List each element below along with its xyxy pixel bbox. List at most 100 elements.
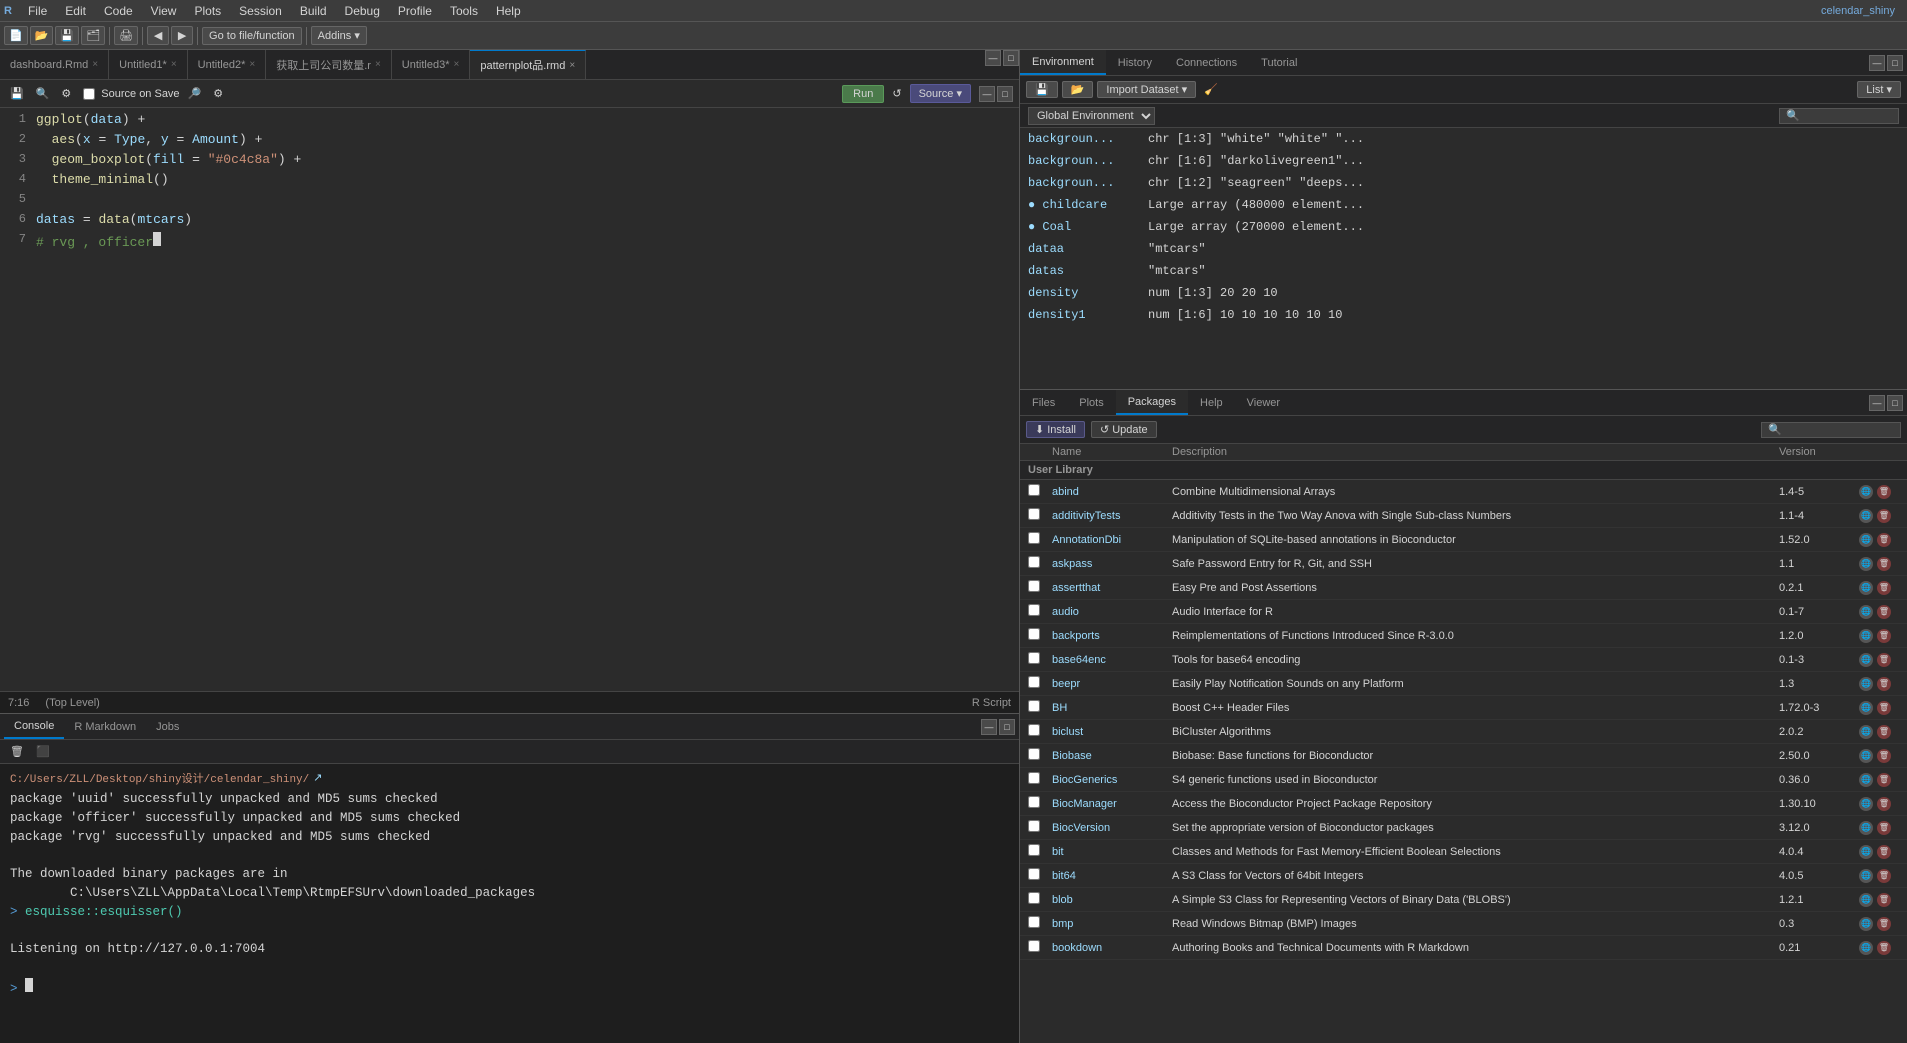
print-btn[interactable]: 🖨 — [114, 26, 138, 45]
pkg-row-biocgenerics[interactable]: BiocGenerics S4 generic functions used i… — [1020, 768, 1907, 792]
editor-tb-min[interactable]: — — [979, 86, 995, 102]
pkg-check-BiocVersion[interactable] — [1028, 820, 1052, 835]
env-item-background1[interactable]: backgroun... chr [1:3] "white" "white" "… — [1020, 128, 1907, 150]
pkg-check-AnnotationDbi[interactable] — [1028, 532, 1052, 547]
pkg-del-bookdown[interactable]: 🗑 — [1877, 941, 1891, 955]
source-btn[interactable]: Source ▾ — [910, 84, 971, 103]
tab-untitled3-close[interactable]: × — [453, 59, 459, 70]
editor-re-run-btn[interactable]: ↺ — [888, 85, 905, 102]
env-item-background2[interactable]: backgroun... chr [1:6] "darkolivegreen1"… — [1020, 150, 1907, 172]
editor-zoom-btn[interactable]: 🔍 — [32, 85, 54, 102]
env-item-childcare[interactable]: ● childcare Large array (480000 element.… — [1020, 194, 1907, 216]
pkg-del-BiocVersion[interactable]: 🗑 — [1877, 821, 1891, 835]
pkg-row-bh[interactable]: BH Boost C++ Header Files 1.72.0-3 🌐 🗑 — [1020, 696, 1907, 720]
pkg-del-base64enc[interactable]: 🗑 — [1877, 653, 1891, 667]
files-tab-plots[interactable]: Plots — [1067, 390, 1115, 415]
pkg-check-blob[interactable] — [1028, 892, 1052, 907]
pkg-name-biclust[interactable]: biclust — [1052, 726, 1172, 738]
pkg-del-Biobase[interactable]: 🗑 — [1877, 749, 1891, 763]
pkg-row-biobase[interactable]: Biobase Biobase: Base functions for Bioc… — [1020, 744, 1907, 768]
menu-profile[interactable]: Profile — [390, 2, 440, 20]
env-tab-history[interactable]: History — [1106, 50, 1164, 75]
pkg-web-beepr[interactable]: 🌐 — [1859, 677, 1873, 691]
pkg-check-audio[interactable] — [1028, 604, 1052, 619]
pkg-name-bookdown[interactable]: bookdown — [1052, 942, 1172, 954]
pkg-del-bmp[interactable]: 🗑 — [1877, 917, 1891, 931]
env-item-density[interactable]: density num [1:3] 20 20 10 — [1020, 282, 1907, 304]
pkg-del-askpass[interactable]: 🗑 — [1877, 557, 1891, 571]
pkg-check-BiocGenerics[interactable] — [1028, 772, 1052, 787]
tab-untitled1-close[interactable]: × — [171, 59, 177, 70]
pkg-name-AnnotationDbi[interactable]: AnnotationDbi — [1052, 534, 1172, 546]
menu-help[interactable]: Help — [488, 2, 529, 20]
files-tab-files[interactable]: Files — [1020, 390, 1067, 415]
env-broom-btn[interactable]: 🧹 — [1200, 81, 1222, 98]
pkg-del-AnnotationDbi[interactable]: 🗑 — [1877, 533, 1891, 547]
pkg-del-blob[interactable]: 🗑 — [1877, 893, 1891, 907]
global-env-dropdown[interactable]: Global Environment — [1028, 107, 1155, 125]
pkg-row-biocmanager[interactable]: BiocManager Access the Bioconductor Proj… — [1020, 792, 1907, 816]
pkg-del-biclust[interactable]: 🗑 — [1877, 725, 1891, 739]
pkg-row-abind[interactable]: abind Combine Multidimensional Arrays 1.… — [1020, 480, 1907, 504]
editor-options-btn[interactable]: ⚙ — [209, 85, 227, 102]
update-btn[interactable]: ↺ Update — [1091, 421, 1157, 438]
pkg-row-biclust[interactable]: biclust BiCluster Algorithms 2.0.2 🌐 🗑 — [1020, 720, 1907, 744]
pkg-name-abind[interactable]: abind — [1052, 486, 1172, 498]
back-btn[interactable]: ◀ — [147, 26, 169, 45]
files-min-btn[interactable]: — — [1869, 395, 1885, 411]
tab-getsuperior[interactable]: 获取上司公司数量.r × — [266, 50, 392, 79]
console-tab-jobs[interactable]: Jobs — [146, 714, 189, 739]
pkg-web-backports[interactable]: 🌐 — [1859, 629, 1873, 643]
pkg-web-Biobase[interactable]: 🌐 — [1859, 749, 1873, 763]
open-file-btn[interactable]: 📂 — [30, 26, 54, 45]
pkg-check-bmp[interactable] — [1028, 916, 1052, 931]
tab-untitled2[interactable]: Untitled2* × — [188, 50, 267, 79]
pkg-check-askpass[interactable] — [1028, 556, 1052, 571]
tab-dashboard-rmd[interactable]: dashboard.Rmd × — [0, 50, 109, 79]
code-editor[interactable]: 1 ggplot(data) + 2 aes(x = Type, y = Amo… — [0, 108, 1019, 691]
new-file-btn[interactable]: 📄 — [4, 26, 28, 45]
pkg-web-AnnotationDbi[interactable]: 🌐 — [1859, 533, 1873, 547]
pkg-name-backports[interactable]: backports — [1052, 630, 1172, 642]
pkg-name-blob[interactable]: blob — [1052, 894, 1172, 906]
console-prompt-line[interactable]: > — [10, 978, 1009, 999]
pkg-name-bit[interactable]: bit — [1052, 846, 1172, 858]
pkg-web-biclust[interactable]: 🌐 — [1859, 725, 1873, 739]
console-tab-rmarkdown[interactable]: R Markdown — [64, 714, 146, 739]
pkg-web-BiocManager[interactable]: 🌐 — [1859, 797, 1873, 811]
pkg-del-backports[interactable]: 🗑 — [1877, 629, 1891, 643]
pkg-check-bit[interactable] — [1028, 844, 1052, 859]
console-path-link[interactable]: ↗ — [313, 771, 322, 785]
pkg-row-bit[interactable]: bit Classes and Methods for Fast Memory-… — [1020, 840, 1907, 864]
pkg-check-additivityTests[interactable] — [1028, 508, 1052, 523]
menu-session[interactable]: Session — [231, 2, 290, 20]
pkg-web-additivityTests[interactable]: 🌐 — [1859, 509, 1873, 523]
save-all-btn[interactable]: 🗂 — [81, 26, 105, 45]
pkg-name-assertthat[interactable]: assertthat — [1052, 582, 1172, 594]
pkg-name-askpass[interactable]: askpass — [1052, 558, 1172, 570]
menu-build[interactable]: Build — [292, 2, 335, 20]
files-tab-viewer[interactable]: Viewer — [1235, 390, 1292, 415]
pkg-check-abind[interactable] — [1028, 484, 1052, 499]
pkg-name-BiocVersion[interactable]: BiocVersion — [1052, 822, 1172, 834]
env-load-btn[interactable]: 📂 — [1062, 81, 1094, 98]
pkg-row-assertthat[interactable]: assertthat Easy Pre and Post Assertions … — [1020, 576, 1907, 600]
menu-tools[interactable]: Tools — [442, 2, 486, 20]
env-import-btn[interactable]: Import Dataset ▾ — [1097, 81, 1196, 98]
pkg-check-Biobase[interactable] — [1028, 748, 1052, 763]
pkg-web-bit[interactable]: 🌐 — [1859, 845, 1873, 859]
env-item-density1[interactable]: density1 num [1:6] 10 10 10 10 10 10 — [1020, 304, 1907, 326]
pkg-web-base64enc[interactable]: 🌐 — [1859, 653, 1873, 667]
pkg-web-BiocVersion[interactable]: 🌐 — [1859, 821, 1873, 835]
pkg-check-assertthat[interactable] — [1028, 580, 1052, 595]
files-tab-help[interactable]: Help — [1188, 390, 1235, 415]
pkg-del-BiocManager[interactable]: 🗑 — [1877, 797, 1891, 811]
env-item-coal[interactable]: ● Coal Large array (270000 element... — [1020, 216, 1907, 238]
pkg-web-bit64[interactable]: 🌐 — [1859, 869, 1873, 883]
menu-edit[interactable]: Edit — [57, 2, 94, 20]
pkg-del-beepr[interactable]: 🗑 — [1877, 677, 1891, 691]
pkg-web-bookdown[interactable]: 🌐 — [1859, 941, 1873, 955]
source-on-save-checkbox[interactable] — [83, 88, 95, 100]
pkg-name-base64enc[interactable]: base64enc — [1052, 654, 1172, 666]
pkg-web-bmp[interactable]: 🌐 — [1859, 917, 1873, 931]
